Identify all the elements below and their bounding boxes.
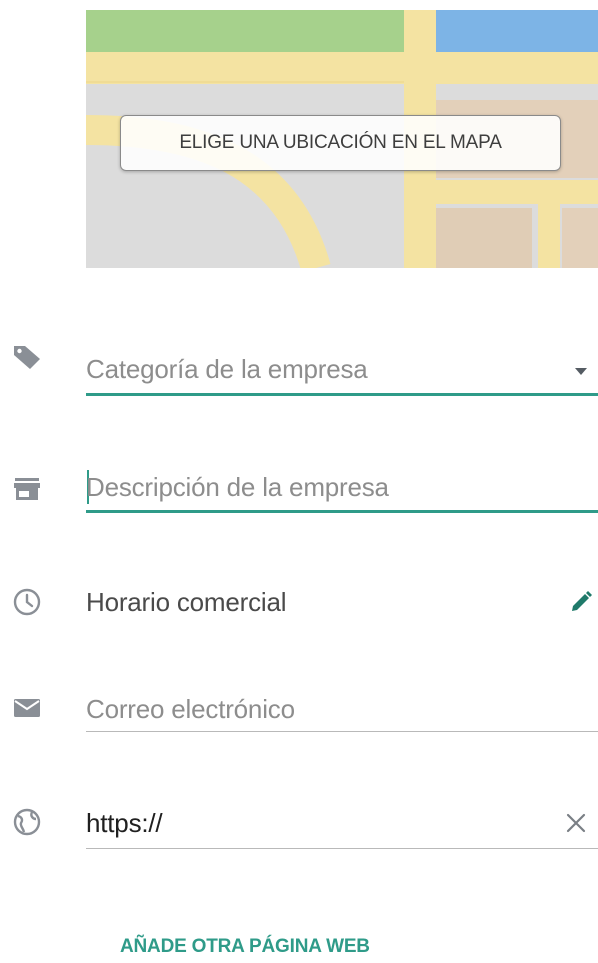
clock-icon (12, 587, 42, 617)
category-underline (86, 393, 598, 396)
globe-icon (12, 807, 42, 837)
description-underline (86, 510, 598, 513)
description-input[interactable]: Descripción de la empresa (86, 472, 598, 503)
pencil-icon[interactable] (568, 589, 594, 615)
email-underline (86, 731, 598, 732)
store-icon (12, 474, 42, 504)
email-input[interactable]: Correo electrónico (86, 694, 598, 725)
choose-location-button[interactable]: ELIGE UNA UBICACIÓN EN EL MAPA (120, 115, 561, 171)
category-select[interactable]: Categoría de la empresa (86, 354, 598, 385)
map-preview[interactable]: ELIGE UNA UBICACIÓN EN EL MAPA (86, 10, 598, 268)
clear-icon[interactable] (563, 810, 589, 836)
website-underline (86, 848, 598, 849)
add-website-button[interactable]: AÑADE OTRA PÁGINA WEB (120, 936, 370, 958)
envelope-icon (12, 693, 42, 723)
hours-field[interactable]: Horario comercial (86, 587, 598, 618)
dropdown-arrow-icon[interactable] (568, 358, 594, 384)
website-input[interactable]: https:// (86, 808, 598, 839)
tag-icon (12, 342, 42, 372)
